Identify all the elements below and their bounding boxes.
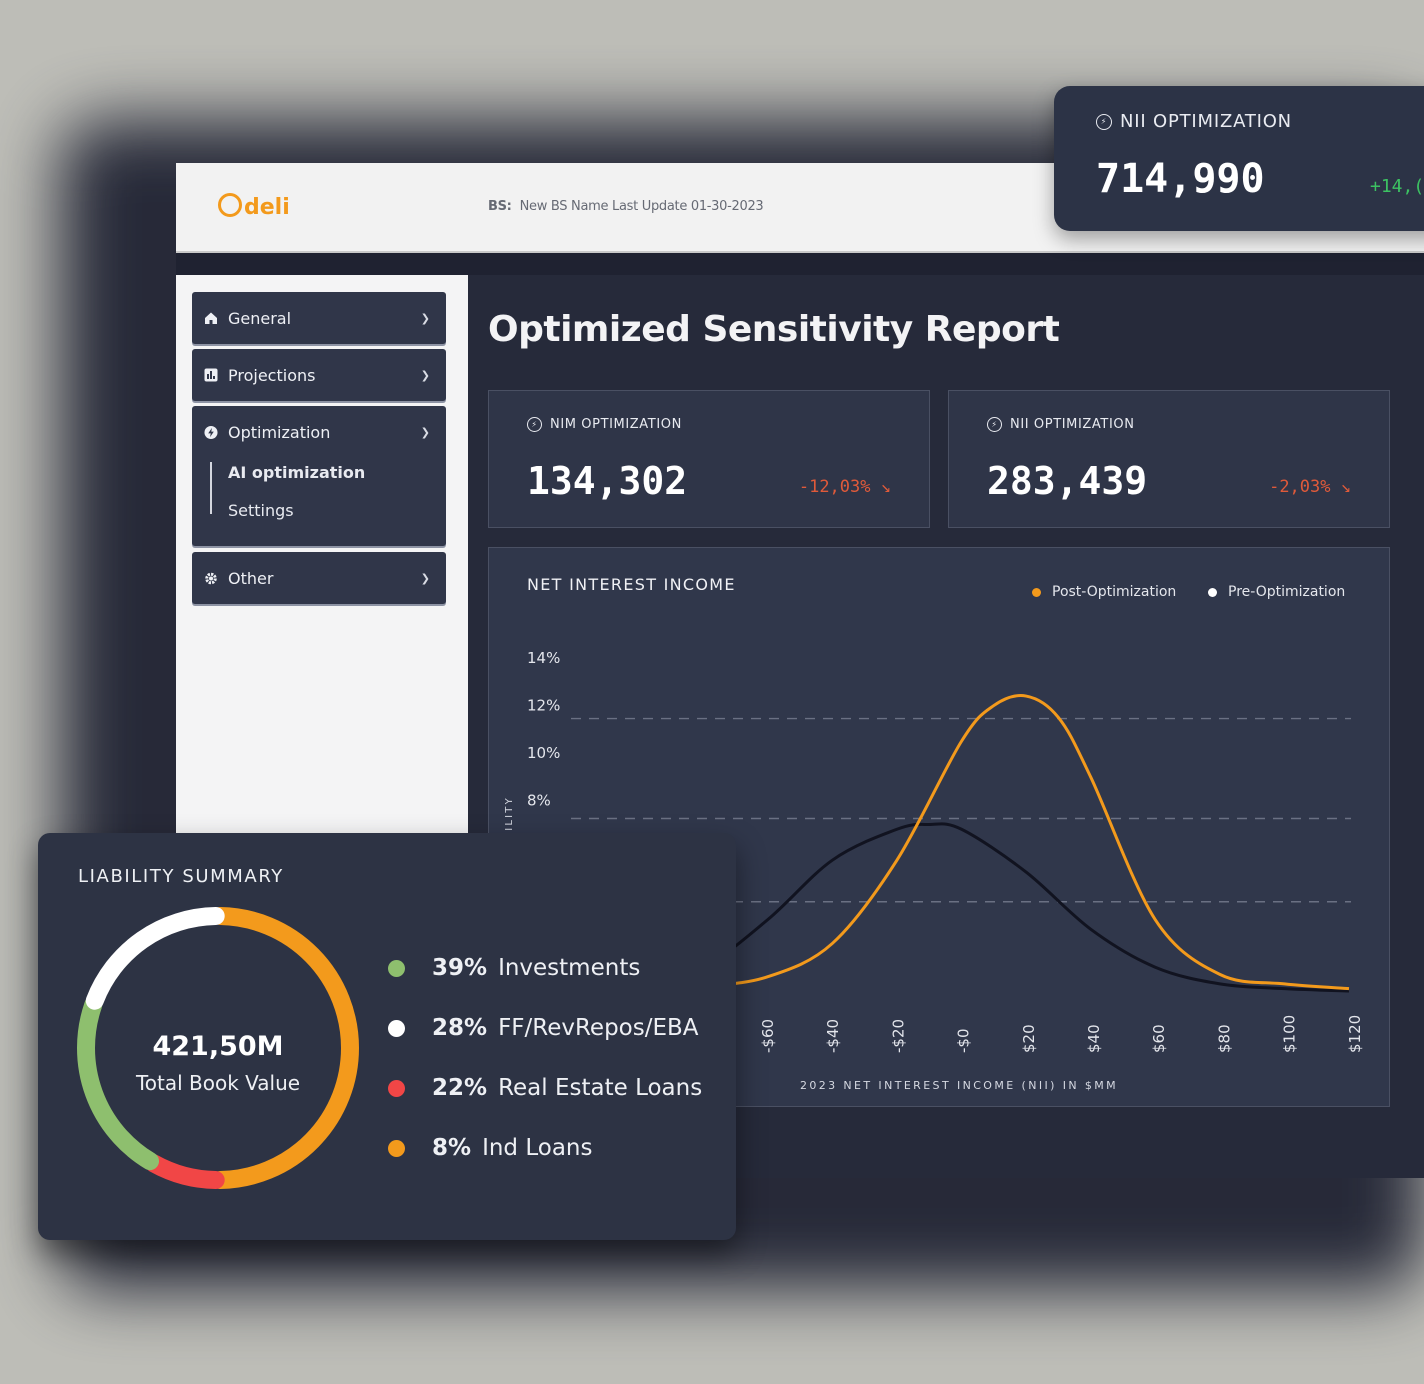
legend-label: Investments — [498, 955, 641, 981]
kpi-delta: -2,03% ↘ — [1269, 477, 1351, 497]
sidebar-item-label: Other — [228, 568, 274, 588]
x-tick-label: $80 — [1215, 1024, 1233, 1053]
bolt-icon — [204, 425, 218, 439]
bolt-icon: ⚡ — [1096, 113, 1112, 130]
floating-kpi-delta: +14,( — [1370, 176, 1424, 197]
donut-segment-ff-revrepos-eba — [85, 907, 225, 1010]
x-tick-label: -$0 — [955, 1029, 973, 1054]
sidebar-subitem-settings[interactable]: Settings — [228, 496, 446, 534]
sidebar-item-projections[interactable]: Projections ❯ — [192, 349, 446, 401]
sidebar-item-general[interactable]: General ❯ — [192, 292, 446, 344]
donut-segment-real-estate-loans — [145, 1154, 225, 1189]
kpi-title: ⚡ NII OPTIMIZATION — [987, 417, 1135, 432]
chevron-up-icon: ❯ — [420, 425, 430, 439]
kpi-delta: -12,03% ↘ — [799, 477, 891, 497]
liability-legend-item: 39% Investments — [388, 955, 640, 981]
legend-pct: 28% — [432, 1015, 488, 1041]
x-tick-label: $60 — [1150, 1024, 1168, 1053]
kpi-card-nim: ⚡ NIM OPTIMIZATION 134,302 -12,03% ↘ — [488, 390, 930, 528]
legend-dot — [388, 959, 405, 977]
x-tick-label: $100 — [1281, 1015, 1299, 1053]
legend-dot — [388, 1019, 405, 1037]
logo-text: deli — [244, 195, 290, 220]
total-book-value-label: Total Book Value — [135, 1071, 301, 1095]
legend-label: Real Estate Loans — [498, 1075, 703, 1101]
trend-down-icon: ↘ — [1340, 477, 1351, 497]
balance-sheet-info: BS: New BS Name Last Update 01-30-2023 — [488, 199, 764, 214]
total-book-value: 421,50M — [152, 1031, 284, 1062]
x-tick-label: -$40 — [824, 1019, 842, 1053]
floating-kpi-value: 714,990 — [1096, 156, 1265, 202]
chevron-down-icon: ❯ — [420, 368, 430, 382]
legend-pct: 22% — [432, 1075, 488, 1101]
sidebar-item-other[interactable]: Other ❯ — [192, 552, 446, 604]
y-tick-label: 10% — [527, 744, 560, 762]
x-tick-label: $120 — [1346, 1015, 1364, 1053]
gear-icon — [204, 571, 218, 585]
kpi-title: ⚡ NIM OPTIMIZATION — [527, 417, 682, 432]
optimization-submenu: AI optimization Settings — [210, 458, 446, 546]
kpi-delta-text: -12,03% — [798, 477, 871, 497]
nii-optimization-floating-card: ⚡ NII OPTIMIZATION 714,990 +14,( — [1054, 86, 1424, 231]
floating-kpi-title-text: NII OPTIMIZATION — [1120, 111, 1292, 132]
sidebar-item-label: Projections — [228, 365, 316, 385]
kpi-value: 283,439 — [987, 459, 1148, 503]
legend-label: Ind Loans — [482, 1135, 593, 1161]
trend-down-icon: ↘ — [880, 477, 891, 497]
sidebar-item-label: General — [228, 308, 292, 328]
floating-kpi-title: ⚡ NII OPTIMIZATION — [1096, 111, 1292, 132]
x-tick-label: -$60 — [759, 1019, 777, 1053]
logo-icon — [218, 193, 242, 217]
y-tick-label: 12% — [527, 697, 560, 715]
legend-dot — [388, 1079, 405, 1097]
y-tick-label: 8% — [527, 792, 551, 810]
bs-label: BS: — [488, 199, 512, 214]
bolt-icon: ⚡ — [527, 417, 542, 432]
submenu-rail — [210, 462, 212, 514]
bs-info-text: New BS Name Last Update 01-30-2023 — [519, 199, 764, 214]
chevron-down-icon: ❯ — [420, 571, 430, 585]
kpi-value: 134,302 — [527, 459, 688, 503]
liability-legend-item: 8% Ind Loans — [388, 1135, 592, 1161]
bolt-icon: ⚡ — [987, 417, 1002, 432]
legend-dot — [388, 1139, 405, 1157]
chevron-down-icon: ❯ — [420, 311, 430, 325]
x-axis-label: 2023 NET INTEREST INCOME (NII) IN $MM — [800, 1079, 1118, 1092]
logo[interactable]: deli — [218, 193, 290, 220]
bar-chart-icon — [204, 368, 218, 382]
y-tick-label: 14% — [527, 649, 560, 667]
x-tick-label: $20 — [1020, 1024, 1038, 1053]
legend-pct: 39% — [432, 955, 488, 981]
home-icon — [204, 311, 218, 325]
page-title: Optimized Sensitivity Report — [488, 309, 1060, 350]
sidebar-item-optimization[interactable]: Optimization ❯ AI optimization Settings — [192, 406, 446, 546]
kpi-title-text: NIM OPTIMIZATION — [550, 417, 682, 432]
x-tick-label: $40 — [1085, 1024, 1103, 1053]
x-tick-label: -$20 — [889, 1019, 907, 1053]
kpi-delta-text: -2,03% — [1269, 477, 1331, 497]
liability-legend-item: 22% Real Estate Loans — [388, 1075, 702, 1101]
liability-summary-card: LIABILITY SUMMARY 421,50M Total Book Val… — [38, 833, 736, 1240]
kpi-card-nii: ⚡ NII OPTIMIZATION 283,439 -2,03% ↘ — [948, 390, 1390, 528]
legend-label: FF/RevRepos/EBA — [498, 1015, 699, 1041]
sidebar-item-label: Optimization — [228, 422, 331, 442]
liability-legend-item: 28% FF/RevRepos/EBA — [388, 1015, 699, 1041]
sidebar-subitem-ai-optimization[interactable]: AI optimization — [228, 458, 446, 496]
kpi-title-text: NII OPTIMIZATION — [1010, 417, 1135, 432]
legend-pct: 8% — [432, 1135, 472, 1161]
